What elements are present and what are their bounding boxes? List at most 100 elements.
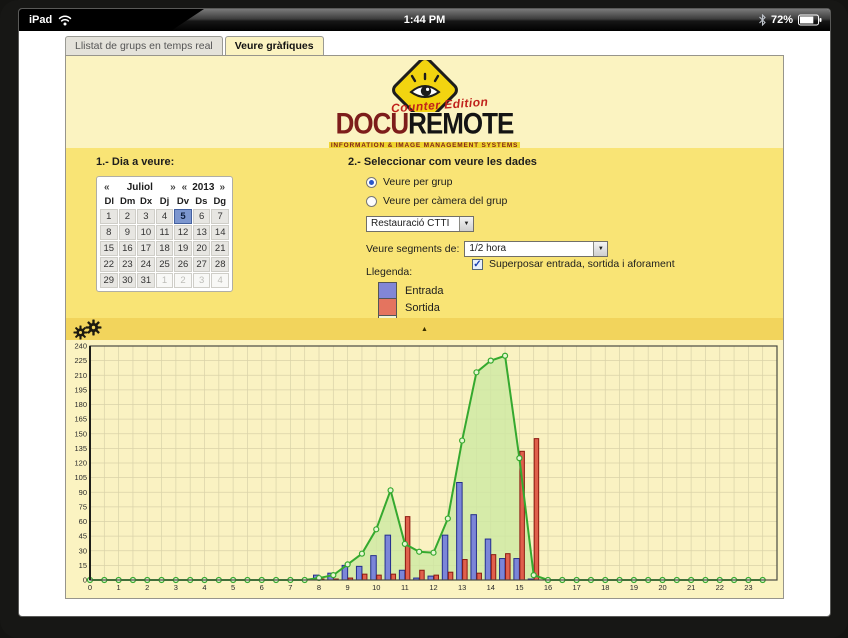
calendar-day-cell[interactable]: 9	[119, 225, 137, 240]
calendar-dow: Dl	[100, 196, 118, 207]
radio-icon[interactable]	[366, 196, 377, 207]
calendar-prev-month[interactable]: «	[101, 182, 113, 193]
svg-text:3: 3	[174, 583, 178, 592]
calendar-day-cell[interactable]: 12	[174, 225, 192, 240]
calendar-day-cell[interactable]: 8	[100, 225, 118, 240]
calendar-dow: Dj	[155, 196, 173, 207]
segments-select[interactable]: 1/2 hora ▼	[464, 241, 608, 257]
svg-text:75: 75	[79, 502, 87, 511]
calendar-month-label: Juliol	[113, 182, 168, 193]
radio-veure-per-camera[interactable]: Veure per càmera del grup	[366, 195, 783, 207]
main-panel: Counter Edition DOCUREMOTE Information &…	[65, 55, 784, 599]
svg-text:135: 135	[74, 444, 87, 453]
calendar-dow: Dm	[118, 196, 136, 207]
chart-area: 0153045607590105120135150165180195210225…	[66, 340, 783, 599]
svg-text:13: 13	[458, 583, 466, 592]
calendar-day-cell[interactable]: 31	[137, 273, 155, 288]
svg-text:7: 7	[288, 583, 292, 592]
calendar-grid: 1234567891011121314151617181920212223242…	[100, 209, 229, 288]
scroll-top-icon[interactable]: ▲	[421, 326, 428, 333]
svg-text:60: 60	[79, 517, 87, 526]
calendar-day-headers: DlDmDxDjDvDsDg	[100, 196, 229, 209]
calendar-day-cell[interactable]: 16	[119, 241, 137, 256]
checkbox-icon[interactable]: ✓	[472, 259, 483, 270]
svg-text:210: 210	[74, 371, 87, 380]
calendar-day-cell[interactable]: 30	[119, 273, 137, 288]
calendar: « Juliol » « 2013 » DlDmDxDjDvDsDg 12345…	[96, 176, 233, 292]
traffic-chart: 0153045607590105120135150165180195210225…	[66, 340, 784, 598]
calendar-day-cell[interactable]: 21	[211, 241, 229, 256]
chevron-down-icon[interactable]: ▼	[593, 242, 607, 256]
gear-icon[interactable]	[85, 319, 102, 336]
logo-wordmark: DOCUREMOTE	[329, 110, 520, 135]
svg-text:30: 30	[79, 546, 87, 555]
svg-text:20: 20	[658, 583, 666, 592]
calendar-day-cell[interactable]: 15	[100, 241, 118, 256]
calendar-day-cell[interactable]: 4	[211, 273, 229, 288]
tab-veure-grafiques[interactable]: Veure gràfiques	[225, 36, 324, 55]
calendar-day-cell[interactable]: 2	[119, 209, 137, 224]
calendar-next-year[interactable]: »	[216, 182, 228, 193]
ipad-screen: iPad 1:44 PM 72% Llist	[18, 8, 831, 617]
controls-band: 1.- Dia a veure: « Juliol » « 2013 » DlD…	[66, 148, 783, 318]
calendar-day-cell[interactable]: 29	[100, 273, 118, 288]
calendar-day-cell[interactable]: 23	[119, 257, 137, 272]
radio-icon[interactable]	[366, 177, 377, 188]
radio-veure-per-grup[interactable]: Veure per grup	[366, 176, 783, 188]
calendar-day-cell[interactable]: 28	[211, 257, 229, 272]
calendar-day-cell[interactable]: 3	[193, 273, 211, 288]
svg-text:15: 15	[515, 583, 523, 592]
calendar-day-cell[interactable]: 2	[174, 273, 192, 288]
calendar-day-cell[interactable]: 13	[193, 225, 211, 240]
svg-text:8: 8	[317, 583, 321, 592]
calendar-day-cell[interactable]: 3	[137, 209, 155, 224]
calendar-day-cell[interactable]: 18	[156, 241, 174, 256]
calendar-day-cell[interactable]: 27	[193, 257, 211, 272]
legend-item: Sortida	[378, 299, 783, 316]
calendar-dow: Ds	[192, 196, 210, 207]
calendar-day-cell[interactable]: 10	[137, 225, 155, 240]
svg-text:45: 45	[79, 532, 87, 541]
svg-text:15: 15	[79, 561, 87, 570]
calendar-day-cell[interactable]: 1	[156, 273, 174, 288]
group-select[interactable]: Restauració CTTI ▼	[366, 216, 474, 232]
svg-text:16: 16	[544, 583, 552, 592]
svg-text:4: 4	[202, 583, 206, 592]
calendar-year-label: 2013	[190, 182, 216, 193]
calendar-dow: Dg	[211, 196, 229, 207]
calendar-day-cell[interactable]: 26	[174, 257, 192, 272]
svg-text:180: 180	[74, 400, 87, 409]
svg-text:17: 17	[572, 583, 580, 592]
svg-text:22: 22	[716, 583, 724, 592]
tab-llistat-grups[interactable]: Llistat de grups en temps real	[65, 36, 223, 55]
svg-text:1: 1	[117, 583, 121, 592]
chevron-down-icon[interactable]: ▼	[459, 217, 473, 231]
calendar-day-cell[interactable]: 11	[156, 225, 174, 240]
calendar-day-cell[interactable]: 1	[100, 209, 118, 224]
calendar-day-cell[interactable]: 7	[211, 209, 229, 224]
legend-label: Entrada	[405, 285, 444, 297]
calendar-day-cell[interactable]: 24	[137, 257, 155, 272]
calendar-day-cell[interactable]: 22	[100, 257, 118, 272]
calendar-day-cell[interactable]: 5	[174, 209, 192, 224]
svg-text:105: 105	[74, 473, 87, 482]
calendar-day-cell[interactable]: 6	[193, 209, 211, 224]
calendar-day-cell[interactable]: 19	[174, 241, 192, 256]
svg-text:21: 21	[687, 583, 695, 592]
day-section-title: 1.- Dia a veure:	[96, 156, 344, 168]
calendar-day-cell[interactable]: 17	[137, 241, 155, 256]
svg-text:11: 11	[401, 583, 409, 592]
legend-label: Sortida	[405, 302, 440, 314]
overlay-checkbox-row[interactable]: ✓ Superposar entrada, sortida i aforamen…	[472, 258, 675, 270]
calendar-day-cell[interactable]: 14	[211, 225, 229, 240]
svg-text:150: 150	[74, 429, 87, 438]
svg-text:18: 18	[601, 583, 609, 592]
legend-swatch-icon	[378, 299, 397, 316]
calendar-day-cell[interactable]: 4	[156, 209, 174, 224]
calendar-next-month[interactable]: »	[167, 182, 179, 193]
logo: Counter Edition DOCUREMOTE Information &…	[66, 56, 783, 148]
calendar-day-cell[interactable]: 20	[193, 241, 211, 256]
calendar-day-cell[interactable]: 25	[156, 257, 174, 272]
view-section: 2.- Seleccionar com veure les dades Veur…	[344, 148, 783, 318]
calendar-prev-year[interactable]: «	[179, 182, 191, 193]
